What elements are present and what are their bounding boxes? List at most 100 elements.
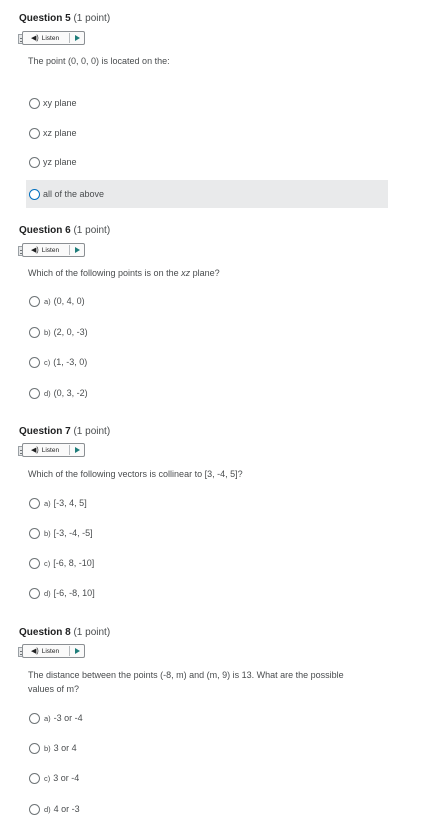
radio-button[interactable] [29,356,40,368]
listen-button[interactable]: ◀) Listen [22,31,85,45]
option-letter: c) [44,558,51,568]
question-points: (1 point) [73,13,111,24]
option-letter: a) [44,498,51,508]
option-value: [-3, 4, 5] [53,498,87,508]
answer-option-highlighted[interactable]: all of the above [26,180,388,208]
stem-italic: xz [181,268,191,278]
answer-option[interactable]: b) (2, 0, -3) [26,318,388,346]
radio-button[interactable] [29,326,40,338]
radio-button[interactable] [29,188,40,200]
listen-button[interactable]: ◀) Listen [22,443,85,457]
option-letter: d) [44,804,51,814]
divider [69,245,70,255]
question-number: Question 8 [19,627,71,638]
option-letter: c) [44,773,51,783]
answer-option[interactable]: d) [-6, -8, 10] [26,579,388,607]
listen-widget: ◀) Listen [18,644,85,658]
option-letter: b) [44,528,51,538]
question-points: (1 point) [73,225,111,236]
answer-option[interactable]: c) 3 or -4 [26,764,388,792]
option-letter: a) [44,296,51,306]
listen-button[interactable]: ◀) Listen [22,243,85,257]
answer-option[interactable]: a) [-3, 4, 5] [26,489,388,517]
option-letter: b) [44,743,51,753]
radio-button[interactable] [29,712,40,724]
radio-button[interactable] [29,527,40,539]
question-8-title: Question 8 (1 point) [19,627,110,638]
answer-option[interactable]: a) -3 or -4 [26,704,388,732]
stem-text: plane? [190,268,220,278]
radio-button[interactable] [29,156,40,168]
option-value: [-3, -4, -5] [53,528,93,538]
speaker-icon: ◀) [31,35,39,42]
question-5-title: Question 5 (1 point) [19,13,110,24]
answer-option[interactable]: d) 4 or -3 [26,795,388,823]
radio-button[interactable] [29,772,40,784]
divider [69,33,70,43]
listen-button[interactable]: ◀) Listen [22,644,85,658]
answer-option[interactable]: c) [-6, 8, -10] [26,549,388,577]
listen-label: Listen [41,446,60,454]
stem-line: The distance between the points (-8, m) … [28,670,344,680]
option-label: yz plane [43,157,77,167]
option-value: [-6, -8, 10] [53,588,95,598]
option-letter: d) [44,388,51,398]
option-value: (2, 0, -3) [53,327,88,337]
stem-line: values of m? [28,684,80,694]
question-8-stem: The distance between the points (-8, m) … [28,668,344,696]
option-letter: a) [44,713,51,723]
question-number: Question 5 [19,13,71,24]
radio-button[interactable] [29,387,40,399]
question-7-stem: Which of the following vectors is collin… [28,469,243,479]
question-points: (1 point) [73,426,111,437]
listen-label: Listen [41,246,60,254]
answer-option[interactable]: b) [-3, -4, -5] [26,519,388,547]
speaker-icon: ◀) [31,648,39,655]
speaker-icon: ◀) [31,247,39,254]
option-value: [-6, 8, -10] [53,558,95,568]
option-value: -3 or -4 [53,713,83,723]
answer-option[interactable]: d) (0, 3, -2) [26,379,388,407]
listen-label: Listen [41,647,60,655]
option-value: (0, 4, 0) [53,296,85,306]
question-number: Question 7 [19,426,71,437]
radio-button[interactable] [29,497,40,509]
answer-option[interactable]: c) (1, -3, 0) [26,348,388,376]
listen-widget: ◀) Listen [18,243,85,257]
option-label: all of the above [43,189,105,199]
radio-button[interactable] [29,587,40,599]
option-value: 3 or 4 [53,743,77,753]
divider [69,646,70,656]
radio-button[interactable] [29,803,40,815]
answer-option[interactable]: xy plane [26,89,388,117]
radio-button[interactable] [29,742,40,754]
play-icon[interactable] [75,247,80,253]
option-label: xz plane [43,128,77,138]
question-points: (1 point) [73,627,111,638]
listen-widget: ◀) Listen [18,31,85,45]
stem-text: Which of the following points is on the [28,268,182,278]
option-value: (0, 3, -2) [53,388,88,398]
option-letter: c) [44,357,51,367]
answer-option[interactable]: b) 3 or 4 [26,734,388,762]
radio-button[interactable] [29,127,40,139]
question-6-title: Question 6 (1 point) [19,225,110,236]
answer-option[interactable]: a) (0, 4, 0) [26,287,388,315]
option-letter: d) [44,588,51,598]
radio-button[interactable] [29,97,40,109]
play-icon[interactable] [75,35,80,41]
option-letter: b) [44,327,51,337]
play-icon[interactable] [75,648,80,654]
speaker-icon: ◀) [31,447,39,454]
option-value: 3 or -4 [53,773,80,783]
question-5-stem: The point (0, 0, 0) is located on the: [28,56,170,66]
play-icon[interactable] [75,447,80,453]
radio-button[interactable] [29,557,40,569]
question-6-stem: Which of the following points is on the … [28,266,220,280]
radio-button[interactable] [29,295,40,307]
divider [69,445,70,455]
option-value: 4 or -3 [53,804,80,814]
answer-option[interactable]: yz plane [26,148,388,176]
answer-option[interactable]: xz plane [26,119,388,147]
listen-widget: ◀) Listen [18,443,85,457]
